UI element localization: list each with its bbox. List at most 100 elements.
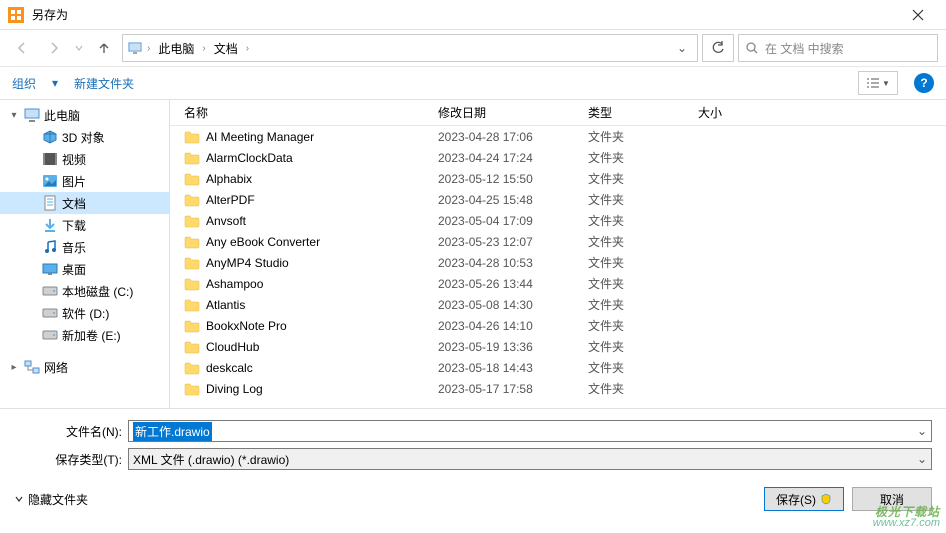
folder-icon (184, 382, 200, 396)
filename-input[interactable]: 新工作.drawio ⌄ (128, 420, 932, 442)
dropdown-icon[interactable]: ▾ (52, 76, 58, 90)
file-name: BookxNote Pro (206, 319, 287, 333)
table-row[interactable]: Diving Log2023-05-17 17:58文件夹 (170, 378, 946, 399)
folder-icon (184, 277, 200, 291)
sidebar-item-0[interactable]: ▾ 此电脑 (0, 104, 169, 126)
main-area: ▾ 此电脑 3D 对象视频图片文档下载音乐桌面本地磁盘 (C:) 软件 (D:) 新加卷… (0, 100, 946, 408)
sidebar-item-9[interactable]: 软件 (D:) (0, 302, 169, 324)
organize-button[interactable]: 组织 (12, 75, 36, 92)
folder-icon (184, 256, 200, 270)
file-list[interactable]: AI Meeting Manager2023-04-28 17:06文件夹Ala… (170, 126, 946, 408)
search-input[interactable]: 在 文档 中搜索 (738, 34, 938, 62)
nav-row: › 此电脑 › 文档 › ⌄ 在 文档 中搜索 (0, 30, 946, 66)
titlebar: 另存为 (0, 0, 946, 30)
disk-icon (42, 327, 58, 343)
file-name: deskcalc (206, 361, 253, 375)
recent-button[interactable] (72, 34, 86, 62)
sidebar-item-2[interactable]: 视频 (0, 148, 169, 170)
table-row[interactable]: AnyMP4 Studio2023-04-28 10:53文件夹 (170, 252, 946, 273)
sidebar-item-6[interactable]: 音乐 (0, 236, 169, 258)
pc-icon (24, 107, 40, 123)
folder-icon (184, 319, 200, 333)
up-button[interactable] (90, 34, 118, 62)
disk-icon (42, 283, 58, 299)
hide-folders-button[interactable]: 隐藏文件夹 (14, 491, 88, 508)
crumb-root[interactable]: 此电脑 (154, 38, 198, 59)
table-row[interactable]: CloudHub2023-05-19 13:36文件夹 (170, 336, 946, 357)
sidebar-item-label: 本地磁盘 (C:) (62, 283, 133, 300)
forward-button[interactable] (40, 34, 68, 62)
file-area: 名称 修改日期 类型 大小 AI Meeting Manager2023-04-… (170, 100, 946, 408)
sidebar-item-10[interactable]: 新加卷 (E:) (0, 324, 169, 346)
filename-label: 文件名(N): (14, 423, 122, 440)
chevron-down-icon[interactable]: ⌄ (671, 41, 693, 55)
sidebar-item-3[interactable]: 图片 (0, 170, 169, 192)
doc-icon (42, 195, 58, 211)
file-type: 文件夹 (588, 275, 698, 292)
table-row[interactable]: AI Meeting Manager2023-04-28 17:06文件夹 (170, 126, 946, 147)
file-type: 文件夹 (588, 254, 698, 271)
file-type: 文件夹 (588, 233, 698, 250)
table-row[interactable]: BookxNote Pro2023-04-26 14:10文件夹 (170, 315, 946, 336)
chevron-down-icon[interactable]: ⌄ (917, 424, 927, 438)
file-type: 文件夹 (588, 212, 698, 229)
file-date: 2023-05-19 13:36 (438, 340, 588, 354)
sidebar-item-11[interactable]: ▸ 网络 (0, 356, 169, 378)
expand-icon[interactable]: ▾ (8, 110, 20, 121)
music-icon (42, 239, 58, 255)
sidebar-item-label: 网络 (44, 359, 68, 376)
expand-icon[interactable]: ▸ (8, 362, 20, 373)
sidebar-item-1[interactable]: 3D 对象 (0, 126, 169, 148)
file-date: 2023-05-08 14:30 (438, 298, 588, 312)
filetype-combo[interactable]: XML 文件 (.drawio) (*.drawio) ⌄ (128, 448, 932, 470)
desk-icon (42, 261, 58, 277)
cancel-button[interactable]: 取消 (852, 487, 932, 511)
file-date: 2023-04-26 14:10 (438, 319, 588, 333)
sidebar: ▾ 此电脑 3D 对象视频图片文档下载音乐桌面本地磁盘 (C:) 软件 (D:) 新加卷… (0, 100, 170, 408)
filetype-label: 保存类型(T): (14, 451, 122, 468)
column-headers: 名称 修改日期 类型 大小 (170, 100, 946, 126)
window-title: 另存为 (32, 6, 898, 23)
file-type: 文件夹 (588, 296, 698, 313)
sidebar-item-label: 新加卷 (E:) (62, 327, 121, 344)
footer: 隐藏文件夹 保存(S) 取消 (0, 477, 946, 521)
table-row[interactable]: Anvsoft2023-05-04 17:09文件夹 (170, 210, 946, 231)
chevron-down-icon[interactable]: ⌄ (917, 452, 927, 466)
file-type: 文件夹 (588, 149, 698, 166)
table-row[interactable]: Alphabix2023-05-12 15:50文件夹 (170, 168, 946, 189)
sidebar-item-7[interactable]: 桌面 (0, 258, 169, 280)
col-name[interactable]: 名称 (184, 104, 438, 121)
help-button[interactable]: ? (914, 73, 934, 93)
search-placeholder: 在 文档 中搜索 (765, 40, 844, 57)
table-row[interactable]: AlarmClockData2023-04-24 17:24文件夹 (170, 147, 946, 168)
sidebar-item-5[interactable]: 下载 (0, 214, 169, 236)
back-button[interactable] (8, 34, 36, 62)
sidebar-item-8[interactable]: 本地磁盘 (C:) (0, 280, 169, 302)
col-size[interactable]: 大小 (698, 104, 778, 121)
sidebar-item-4[interactable]: 文档 (0, 192, 169, 214)
table-row[interactable]: Any eBook Converter2023-05-23 12:07文件夹 (170, 231, 946, 252)
col-type[interactable]: 类型 (588, 104, 698, 121)
save-button[interactable]: 保存(S) (764, 487, 844, 511)
new-folder-button[interactable]: 新建文件夹 (74, 75, 134, 92)
refresh-button[interactable] (702, 34, 734, 62)
view-button[interactable]: ▼ (858, 71, 898, 95)
col-date[interactable]: 修改日期 (438, 104, 588, 121)
breadcrumb[interactable]: › 此电脑 › 文档 › ⌄ (122, 34, 698, 62)
file-type: 文件夹 (588, 128, 698, 145)
table-row[interactable]: Atlantis2023-05-08 14:30文件夹 (170, 294, 946, 315)
file-date: 2023-05-17 17:58 (438, 382, 588, 396)
file-date: 2023-04-28 10:53 (438, 256, 588, 270)
table-row[interactable]: Ashampoo2023-05-26 13:44文件夹 (170, 273, 946, 294)
close-button[interactable] (898, 0, 938, 30)
folder-icon (184, 214, 200, 228)
table-row[interactable]: deskcalc2023-05-18 14:43文件夹 (170, 357, 946, 378)
crumb-folder[interactable]: 文档 (210, 38, 242, 59)
folder-icon (184, 130, 200, 144)
folder-icon (184, 151, 200, 165)
file-date: 2023-05-18 14:43 (438, 361, 588, 375)
file-name: Ashampoo (206, 277, 263, 291)
table-row[interactable]: AlterPDF2023-04-25 15:48文件夹 (170, 189, 946, 210)
sidebar-item-label: 3D 对象 (62, 129, 105, 146)
sidebar-item-label: 此电脑 (44, 107, 80, 124)
